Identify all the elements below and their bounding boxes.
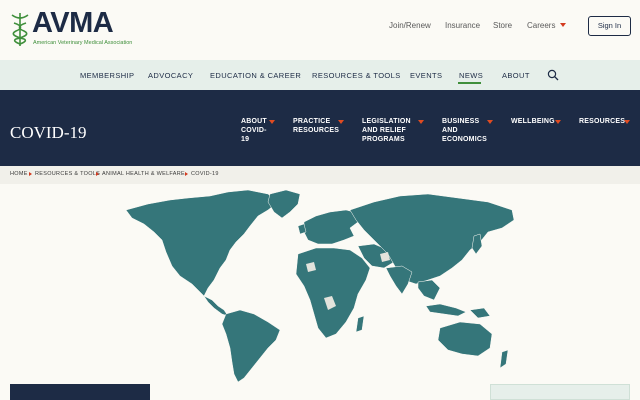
nav-news[interactable]: NEWS [459, 71, 483, 80]
indonesia [425, 303, 467, 317]
careers-menu[interactable]: Careers [527, 21, 567, 30]
active-nav-indicator [458, 82, 481, 84]
chevron-right-icon [96, 172, 99, 176]
world-map[interactable] [118, 188, 518, 384]
menu-line: RESOURCES [579, 118, 626, 125]
insurance-link[interactable]: Insurance [445, 21, 480, 30]
hero-menu-wellbeing[interactable]: WELLBEING [511, 117, 555, 126]
india [385, 265, 413, 295]
southeast-asia [417, 279, 441, 301]
menu-line: WELLBEING [511, 118, 555, 125]
store-link[interactable]: Store [493, 21, 512, 30]
chevron-down-icon [487, 120, 493, 124]
chevron-down-icon [624, 120, 630, 124]
menu-line: BUSINESS [442, 118, 480, 125]
menu-line: ECONOMICS [442, 136, 487, 143]
menu-line: RESOURCES [293, 127, 340, 134]
greenland [267, 189, 301, 219]
join-renew-link[interactable]: Join/Renew [389, 21, 431, 30]
menu-line: COVID- [241, 127, 267, 134]
new-zealand [499, 349, 509, 369]
breadcrumb-resources-tools[interactable]: RESOURCES & TOOLS [35, 171, 100, 177]
menu-line: ABOUT [241, 118, 267, 125]
madagascar [355, 315, 365, 333]
papua [469, 307, 491, 319]
info-card-left [10, 384, 150, 400]
nav-advocacy[interactable]: ADVOCACY [148, 71, 193, 80]
logo-subtitle: American Veterinary Medical Association [33, 40, 133, 46]
menu-line: 19 [241, 136, 250, 143]
nav-about[interactable]: ABOUT [502, 71, 530, 80]
chevron-down-icon [560, 23, 567, 27]
australia [437, 321, 493, 357]
chevron-right-icon [29, 172, 32, 176]
breadcrumb-home[interactable]: HOME [10, 171, 28, 177]
breadcrumb-covid: COVID-19 [191, 171, 219, 177]
sign-in-button[interactable]: Sign In [588, 16, 631, 36]
page: AVMA American Veterinary Medical Associa… [0, 0, 640, 400]
chevron-down-icon [418, 120, 424, 124]
menu-line: PRACTICE [293, 118, 331, 125]
hero-menu-practice-resources[interactable]: PRACTICE RESOURCES [293, 117, 339, 135]
hero-menu-about-covid[interactable]: ABOUT COVID- 19 [241, 117, 267, 144]
nav-resources-tools[interactable]: RESOURCES & TOOLS [312, 71, 401, 80]
nav-events[interactable]: EVENTS [410, 71, 442, 80]
nav-education-career[interactable]: EDUCATION & CAREER [210, 71, 301, 80]
hero-menu-legislation[interactable]: LEGISLATION AND RELIEF PROGRAMS [362, 117, 411, 144]
menu-line: AND [442, 127, 458, 134]
chevron-down-icon [269, 120, 275, 124]
chevron-down-icon [555, 120, 561, 124]
hero-menu-resources[interactable]: RESOURCES [579, 117, 625, 126]
north-america [125, 189, 279, 297]
logo-wordmark: AVMA [32, 7, 114, 39]
caduceus-icon [11, 13, 29, 46]
careers-label: Careers [527, 21, 556, 30]
chevron-down-icon [338, 120, 344, 124]
search-icon[interactable] [547, 69, 559, 81]
page-title: COVID-19 [10, 123, 87, 142]
avma-logo[interactable]: AVMA American Veterinary Medical Associa… [10, 7, 140, 50]
breadcrumb-animal-health[interactable]: ANIMAL HEALTH & WELFARE [102, 171, 185, 177]
menu-line: LEGISLATION [362, 118, 411, 125]
asia [349, 193, 515, 285]
menu-line: PROGRAMS [362, 136, 405, 143]
chevron-right-icon [185, 172, 188, 176]
south-america [221, 309, 281, 383]
central-america [203, 295, 229, 317]
nav-membership[interactable]: MEMBERSHIP [80, 71, 134, 80]
info-card-right [490, 384, 630, 400]
hero-menu-business[interactable]: BUSINESS AND ECONOMICS [442, 117, 487, 144]
menu-line: AND RELIEF [362, 127, 406, 134]
